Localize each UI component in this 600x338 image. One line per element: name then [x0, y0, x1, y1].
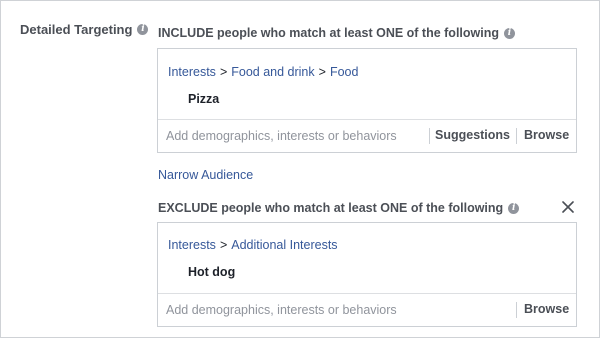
detailed-targeting-panel: Detailed Targeting i INCLUDE people who … [0, 0, 600, 338]
exclude-search-row: Browse [158, 293, 576, 326]
suggestions-button[interactable]: Suggestions [435, 128, 510, 142]
include-search-input[interactable] [166, 126, 426, 146]
divider [516, 302, 517, 318]
include-breadcrumb: Interests > Food and drink > Food [168, 65, 358, 79]
breadcrumb-separator: > [219, 238, 228, 252]
info-icon[interactable]: i [504, 27, 515, 39]
include-section-title: INCLUDE people who match at least ONE of… [158, 26, 515, 40]
include-search-row: Suggestions Browse [158, 119, 576, 152]
exclude-browse-button[interactable]: Browse [524, 302, 569, 316]
breadcrumb-item[interactable]: Food [330, 65, 359, 79]
breadcrumb-separator: > [318, 65, 326, 79]
breadcrumb-separator: > [219, 65, 228, 79]
detailed-targeting-label: Detailed Targeting [20, 22, 133, 37]
divider [429, 128, 430, 144]
exclude-box: Interests>Additional Interests Hot dog B… [157, 222, 577, 327]
close-icon[interactable] [562, 201, 574, 213]
exclude-title-text: EXCLUDE people who match at least ONE of… [158, 201, 504, 215]
breadcrumb-item[interactable]: Food and drink [231, 65, 314, 79]
breadcrumb-item[interactable]: Interests [168, 238, 216, 252]
include-item-pizza[interactable]: Pizza [188, 92, 219, 106]
breadcrumb-item[interactable]: Additional Interests [231, 238, 337, 252]
info-icon[interactable]: i [137, 24, 149, 35]
include-box: Interests>Food and drink>Food Pizza Sugg… [157, 48, 577, 153]
exclude-breadcrumb: Interests > Additional Interests [168, 238, 338, 252]
detailed-targeting-label-row: Detailed Targeting i [20, 22, 149, 37]
include-browse-button[interactable]: Browse [524, 128, 569, 142]
divider [516, 128, 517, 144]
exclude-item-hot-dog[interactable]: Hot dog [188, 265, 235, 279]
info-icon[interactable]: i [508, 202, 520, 214]
narrow-audience-link[interactable]: Narrow Audience [158, 168, 253, 182]
breadcrumb-item[interactable]: Interests [168, 65, 216, 79]
exclude-search-input[interactable] [166, 300, 426, 320]
exclude-section-title: EXCLUDE people who match at least ONE of… [158, 201, 520, 215]
include-title-text: INCLUDE people who match at least ONE of… [158, 26, 499, 40]
